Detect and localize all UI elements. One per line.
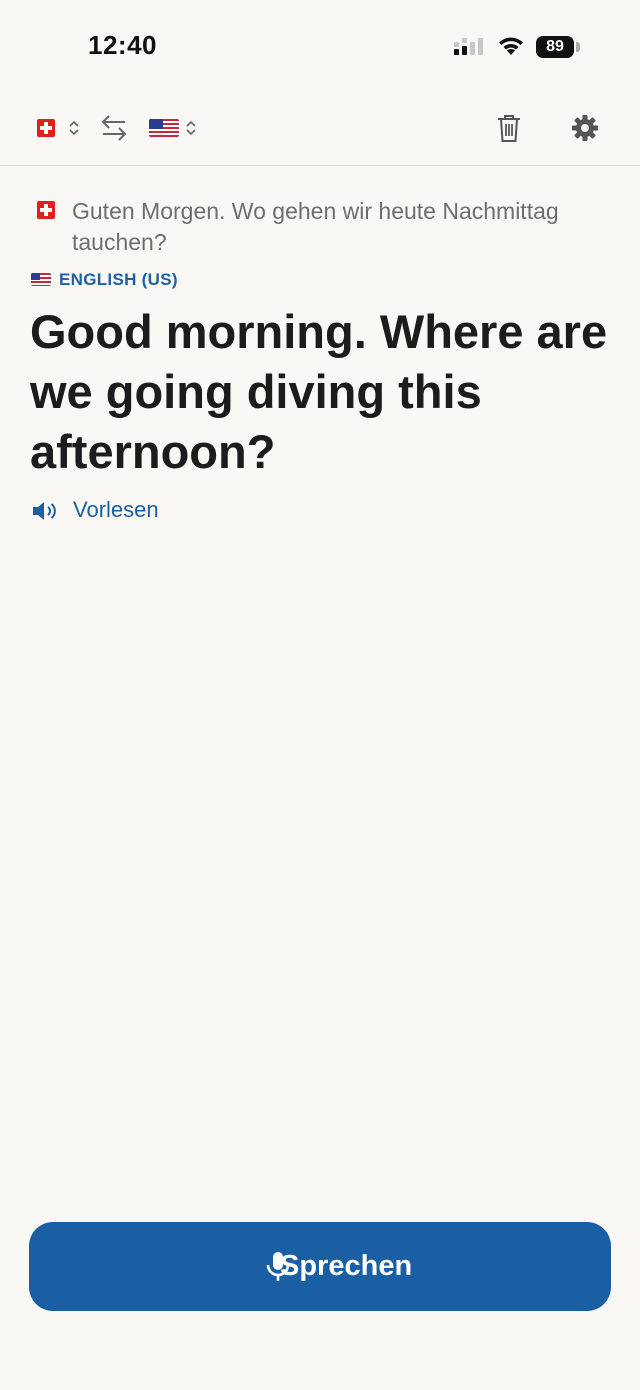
- source-language-picker[interactable]: [30, 108, 86, 148]
- translated-text: Good morning. Where are we going diving …: [30, 305, 608, 478]
- source-language-flag-icon: [37, 201, 55, 219]
- swiss-flag-icon: [37, 119, 55, 137]
- battery-tip: [576, 42, 580, 52]
- us-flag-icon: [31, 273, 51, 286]
- battery-indicator: 89: [536, 36, 574, 58]
- target-language-picker[interactable]: [146, 108, 204, 148]
- target-language-label: ENGLISH (US): [59, 270, 178, 289]
- speak-button[interactable]: Sprechen: [29, 1222, 611, 1311]
- language-toolbar: [0, 92, 640, 166]
- status-time: 12:40: [88, 30, 157, 60]
- chevron-updown-icon: [186, 120, 196, 136]
- speak-button-label: Sprechen: [280, 1250, 413, 1282]
- status-bar: 12:40 89: [0, 0, 640, 92]
- wifi-icon: [499, 37, 523, 55]
- read-aloud-label: Vorlesen: [73, 497, 159, 522]
- speaker-icon: [33, 502, 56, 520]
- chevron-updown-icon: [69, 120, 79, 136]
- trash-icon[interactable]: [496, 113, 522, 143]
- cellular-signal-icon: [454, 38, 483, 55]
- us-flag-icon: [149, 119, 179, 137]
- source-text: Guten Morgen. Wo gehen wir heute Nachmit…: [72, 198, 559, 255]
- swap-languages-icon[interactable]: [100, 114, 128, 142]
- gear-icon[interactable]: [571, 114, 599, 142]
